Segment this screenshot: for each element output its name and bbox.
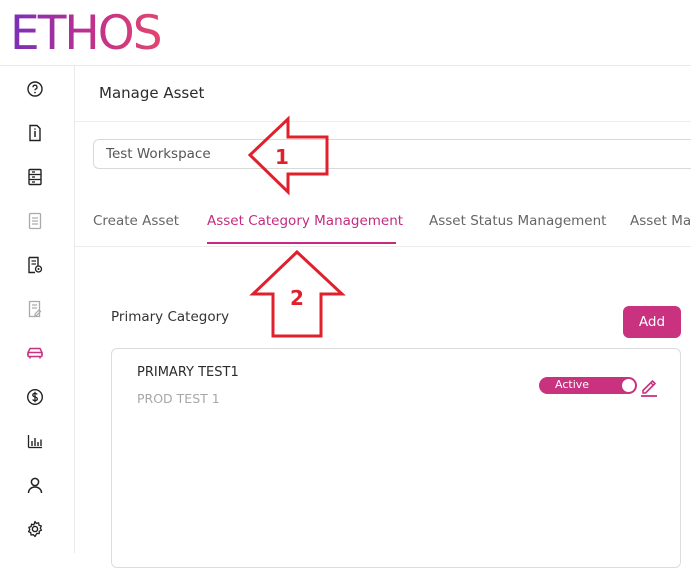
annotation-number-1: 1 bbox=[275, 145, 289, 169]
annotation-arrows bbox=[247, 115, 346, 338]
annotation-number-2: 2 bbox=[290, 286, 304, 310]
